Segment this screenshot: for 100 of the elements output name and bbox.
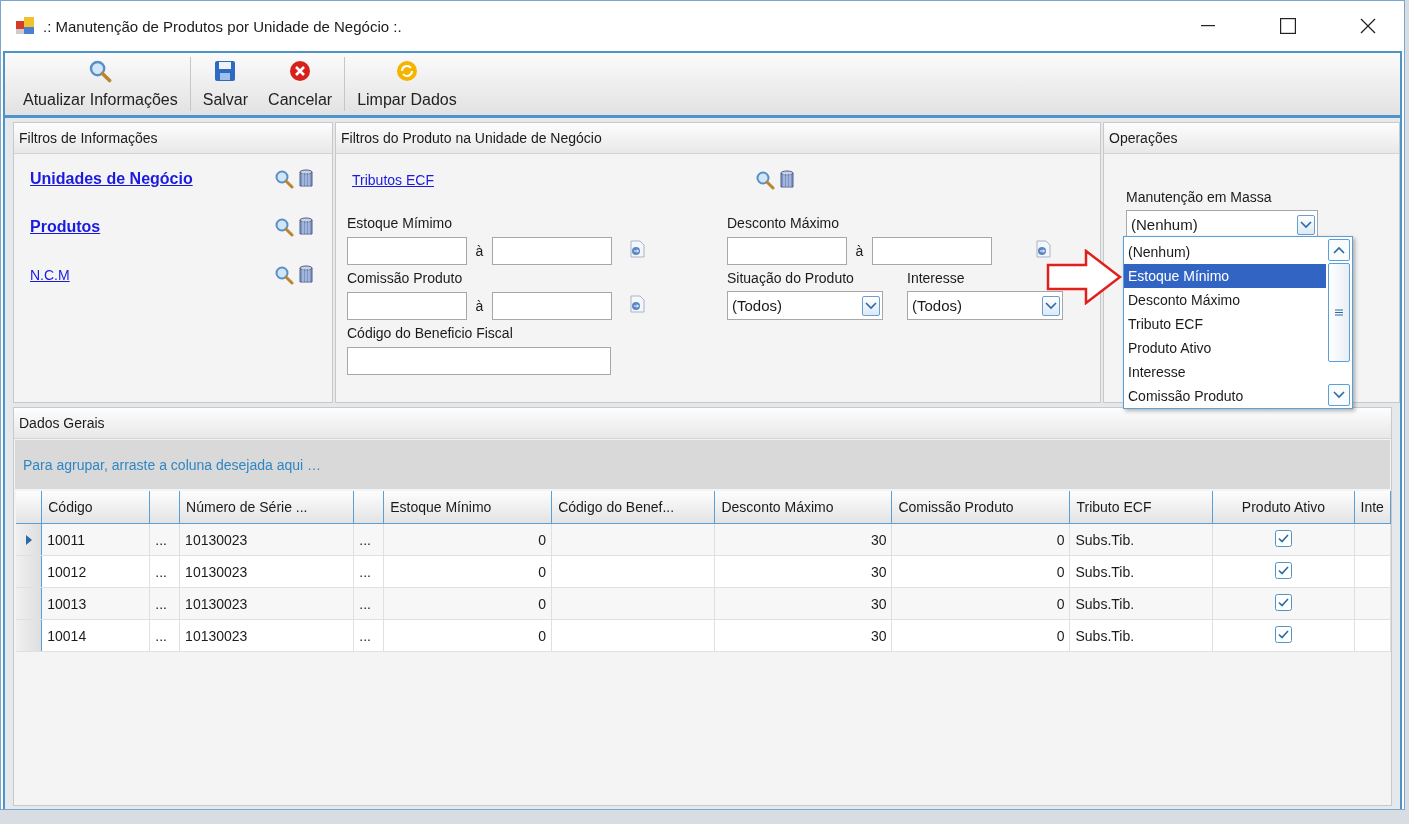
current-row-icon — [25, 534, 32, 545]
column-header[interactable] — [353, 491, 384, 524]
column-header[interactable]: Desconto Máximo — [714, 491, 892, 524]
column-header[interactable]: Comissão Produto — [891, 491, 1070, 524]
table-cell: 10130023 — [185, 531, 248, 548]
table-cell: 10013 — [47, 595, 87, 612]
document-arrow-icon[interactable] — [628, 294, 646, 314]
filter-link[interactable]: N.C.M — [30, 267, 274, 283]
column-header[interactable]: Número de Série ... — [179, 491, 354, 524]
table-cell: 10130023 — [185, 595, 248, 612]
table-cell: ... — [155, 595, 167, 612]
table-cell: 10130023 — [185, 627, 248, 644]
field-label: Manutenção em Massa — [1126, 188, 1273, 207]
table-cell: Subs.Tib. — [1075, 563, 1135, 580]
filter-link[interactable]: Produtos — [30, 218, 274, 236]
toolbar-button[interactable]: Atualizar Informações — [19, 57, 182, 111]
column-header[interactable]: Código do Benef... — [551, 491, 715, 524]
column-header[interactable]: Tributo ECF — [1070, 491, 1213, 524]
table-cell: 0 — [538, 595, 547, 612]
document-arrow-icon[interactable] — [1034, 239, 1052, 259]
table-cell: 0 — [1056, 595, 1065, 612]
search-icon — [755, 170, 775, 190]
chevron-down-icon — [1300, 220, 1312, 229]
checkbox[interactable] — [1275, 593, 1292, 611]
close-icon[interactable] — [1360, 18, 1376, 34]
toolbar-button[interactable]: Limpar Dados — [353, 57, 461, 111]
input-field[interactable] — [492, 236, 612, 265]
table-cell: ... — [359, 627, 371, 644]
range-separator: à — [474, 242, 485, 259]
search-icon — [274, 217, 294, 237]
field-label: Comissão Produto — [347, 269, 464, 288]
checkbox[interactable] — [1275, 561, 1292, 579]
table-cell: ... — [359, 563, 371, 580]
field-label: Estoque Mímimo — [347, 214, 454, 233]
chevron-down-icon — [865, 301, 877, 310]
column-header[interactable]: Inte — [1354, 491, 1391, 524]
chevron-down-icon — [1333, 391, 1345, 399]
range-separator: à — [854, 242, 865, 259]
table-cell: ... — [359, 531, 371, 548]
cylinder-icon[interactable] — [296, 217, 316, 237]
input-field[interactable] — [347, 291, 467, 320]
input-field[interactable] — [872, 236, 992, 265]
dropdown[interactable]: (Todos) — [727, 291, 883, 320]
dropdown[interactable]: (Todos) — [907, 291, 1063, 320]
minimize-icon[interactable] — [1201, 25, 1215, 27]
field-label: Interesse — [907, 269, 966, 288]
toolbar-button[interactable]: Salvar — [198, 57, 253, 111]
dropdown-option[interactable]: Estoque Mínimo — [1124, 264, 1326, 288]
table-cell: 30 — [870, 563, 887, 580]
table-cell: 30 — [870, 627, 887, 644]
chevron-down-icon — [1045, 301, 1057, 310]
panel-title: Dados Gerais — [19, 415, 105, 431]
column-header[interactable]: Produto Ativo — [1212, 491, 1355, 524]
checkbox[interactable] — [1275, 625, 1292, 643]
input-field[interactable] — [492, 291, 612, 320]
table-cell: 30 — [870, 595, 887, 612]
panel-title: Filtros do Produto na Unidade de Negócio — [341, 130, 602, 146]
table-cell: 0 — [1056, 531, 1065, 548]
search-icon — [274, 169, 294, 189]
table-cell: Subs.Tib. — [1075, 531, 1135, 548]
table-cell: 10012 — [47, 563, 87, 580]
dropdown-option[interactable]: Comissão Produto — [1124, 384, 1326, 408]
table-cell: ... — [155, 563, 167, 580]
checkbox[interactable] — [1275, 529, 1292, 547]
input-field[interactable] — [727, 236, 847, 265]
dropdown-option[interactable]: Tributo ECF — [1124, 312, 1326, 336]
dropdown-option[interactable]: Desconto Máximo — [1124, 288, 1326, 312]
window-title: .: Manutenção de Produtos por Unidade de Negócio :. — [43, 17, 403, 35]
table-cell: ... — [359, 595, 371, 612]
table-cell: Subs.Tib. — [1075, 595, 1135, 612]
document-arrow-icon[interactable] — [628, 239, 646, 259]
input-field[interactable] — [347, 236, 467, 265]
filter-link[interactable]: Unidades de Negócio — [30, 170, 274, 188]
table-cell: 30 — [870, 531, 887, 548]
table-cell: 0 — [538, 563, 547, 580]
column-header[interactable]: Código — [41, 491, 150, 524]
column-header[interactable]: Estoque Mínimo — [383, 491, 552, 524]
filter-link[interactable]: Tributos ECF — [352, 172, 434, 188]
table-cell: 10014 — [47, 627, 87, 644]
field-label: Desconto Máximo — [727, 214, 841, 233]
scrollbar-thumb[interactable] — [1328, 263, 1350, 362]
table-cell: ... — [155, 627, 167, 644]
table-cell: 10130023 — [185, 563, 248, 580]
cylinder-icon[interactable] — [296, 169, 316, 189]
field-label: Situação do Produto — [727, 269, 855, 288]
column-header[interactable] — [149, 491, 180, 524]
dropdown-option[interactable]: (Nenhum) — [1124, 240, 1326, 264]
search-icon — [274, 265, 294, 285]
input-field[interactable] — [347, 346, 611, 375]
toolbar-button[interactable]: Cancelar — [264, 57, 337, 111]
range-separator: à — [474, 297, 485, 314]
chevron-up-icon — [1333, 246, 1345, 254]
cylinder-icon[interactable] — [296, 265, 316, 285]
table-cell: 0 — [1056, 627, 1065, 644]
cylinder-icon[interactable] — [777, 170, 797, 190]
maximize-icon[interactable] — [1280, 18, 1296, 34]
table-cell: 10011 — [47, 531, 86, 548]
panel-title: Filtros de Informações — [19, 130, 158, 146]
dropdown-option[interactable]: Produto Ativo — [1124, 336, 1326, 360]
dropdown-option[interactable]: Interesse — [1124, 360, 1326, 384]
